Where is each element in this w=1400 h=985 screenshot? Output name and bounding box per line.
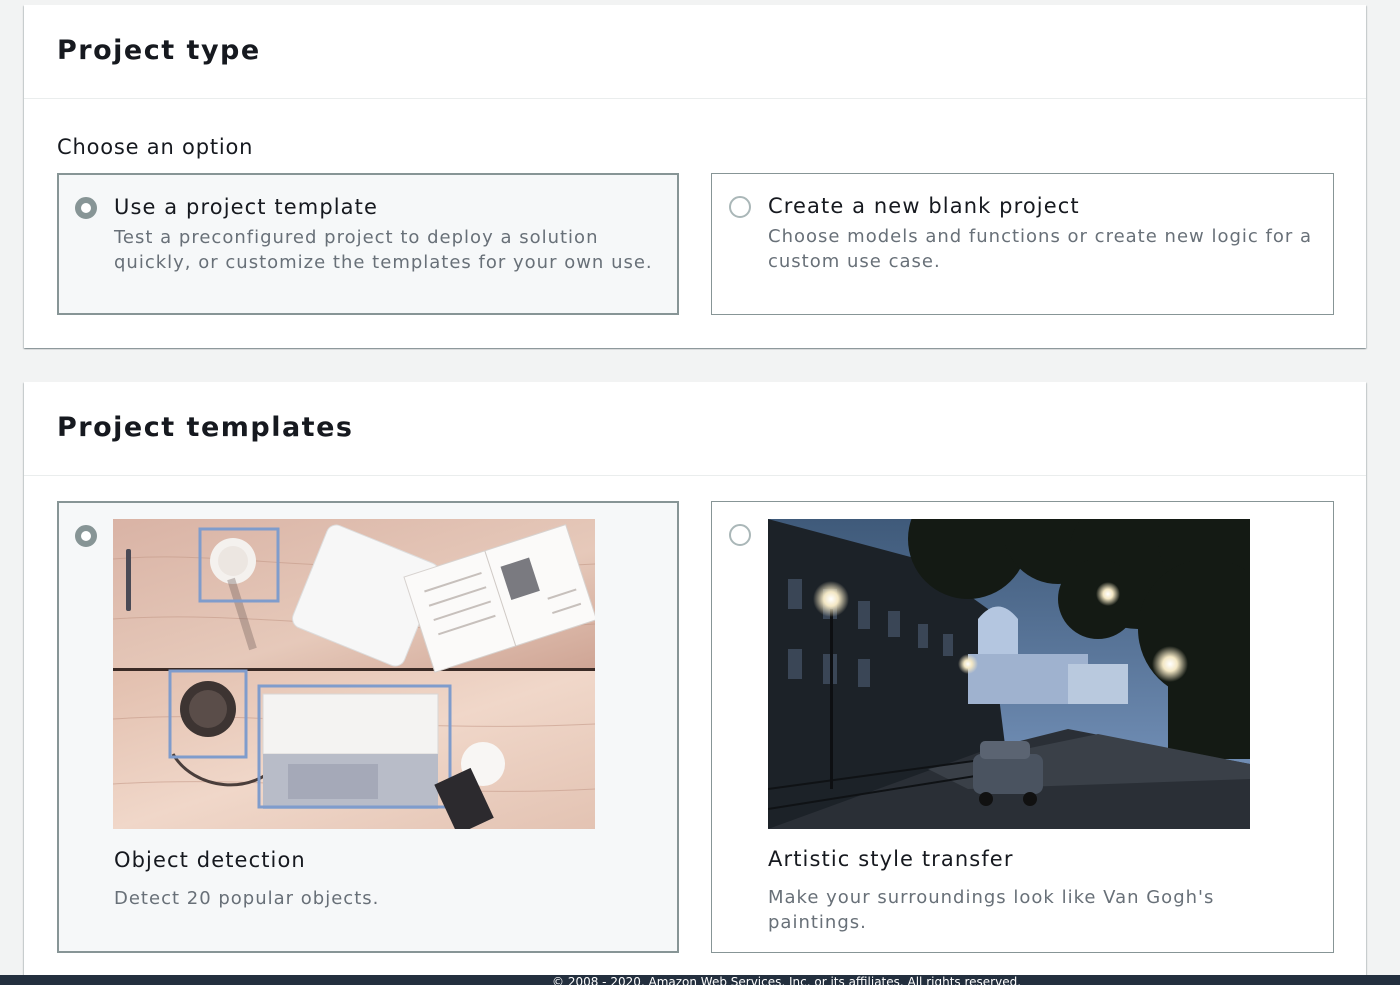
project-type-panel: Project type Choose an option Use a proj… [24,5,1366,348]
project-type-heading: Project type [57,35,261,66]
option-blank-project-tile[interactable]: Create a new blank project Choose models… [711,173,1334,315]
project-type-header: Project type [24,5,1366,99]
style-transfer-image [768,519,1250,829]
footer-bar: © 2008 - 2020, Amazon Web Services, Inc.… [0,975,1400,985]
template-object-detection-radio[interactable] [75,525,97,547]
template-object-detection-tile[interactable]: Object detection Detect 20 popular objec… [57,501,679,953]
option-blank-project-title: Create a new blank project [768,194,1080,218]
option-use-template-radio[interactable] [75,197,97,219]
option-blank-project-radio[interactable] [729,196,751,218]
footer-copyright: © 2008 - 2020, Amazon Web Services, Inc.… [552,975,1022,985]
template-object-detection-description: Detect 20 popular objects. [114,888,380,909]
option-use-template-description: Test a preconfigured project to deploy a… [114,227,653,273]
option-blank-project-description: Choose models and functions or create ne… [768,226,1313,272]
choose-option-label: Choose an option [57,135,254,159]
project-templates-heading: Project templates [57,412,354,443]
project-templates-panel: Project templates Object detection Detec… [24,382,1366,985]
object-detection-image [113,519,595,829]
option-use-template-title: Use a project template [114,195,379,219]
template-style-transfer-description: Make your surroundings look like Van Gog… [768,887,1215,933]
template-style-transfer-radio[interactable] [729,524,751,546]
template-style-transfer-tile[interactable]: Artistic style transfer Make your surrou… [711,501,1334,953]
project-templates-header: Project templates [24,382,1366,476]
template-style-transfer-title: Artistic style transfer [768,847,1014,871]
option-use-template-tile[interactable]: Use a project template Test a preconfigu… [57,173,679,315]
template-object-detection-title: Object detection [114,848,306,872]
